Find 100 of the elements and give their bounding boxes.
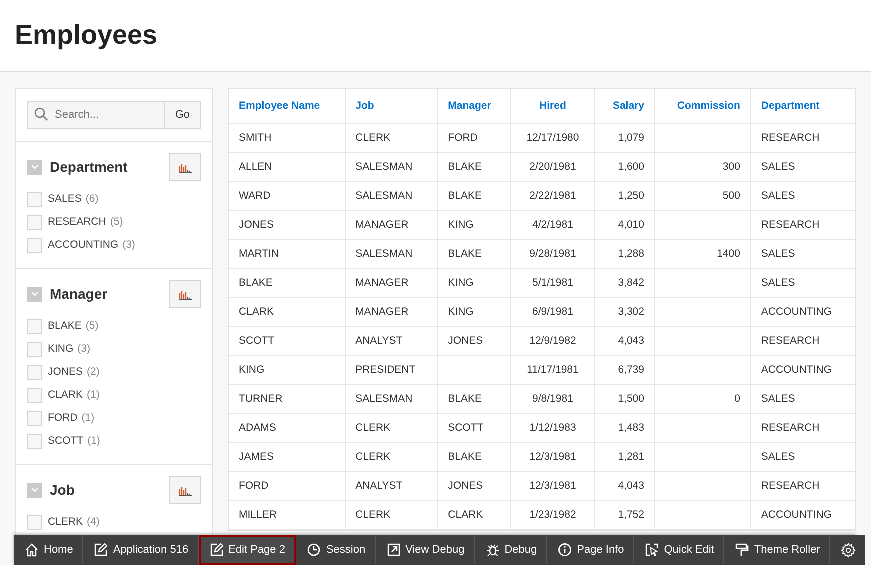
table-cell: ACCOUNTING <box>761 306 832 318</box>
table-cell: SCOTT <box>448 422 484 434</box>
bug-icon <box>486 543 500 557</box>
table-cell: RESEARCH <box>761 335 820 347</box>
table-cell: SALESMAN <box>356 161 413 173</box>
settings-button[interactable] <box>830 535 866 565</box>
column-header[interactable]: Commission <box>677 100 740 112</box>
column-header[interactable]: Salary <box>612 100 644 112</box>
option-label: CLERK <box>48 516 84 528</box>
column-header[interactable]: Job <box>356 100 374 112</box>
table-cell: 9/28/1981 <box>530 248 576 260</box>
table-cell: SALES <box>761 451 796 463</box>
checkbox[interactable] <box>27 514 42 530</box>
column-header[interactable]: Manager <box>448 100 492 112</box>
checkbox[interactable] <box>27 342 42 356</box>
chart-button[interactable] <box>169 280 201 308</box>
table-cell: MANAGER <box>356 306 409 318</box>
table-cell: BLAKE <box>448 248 482 260</box>
table-cell: SMITH <box>239 132 272 144</box>
table-cell: 500 <box>722 190 740 202</box>
search-field[interactable]: Search... <box>27 101 166 129</box>
option-label: CLARK <box>48 389 84 401</box>
table-cell: ACCOUNTING <box>761 364 832 376</box>
settings-icon <box>841 542 856 558</box>
table-cell: SALESMAN <box>356 248 413 260</box>
chevron-icon <box>30 485 40 495</box>
option-count: (2) <box>87 366 100 378</box>
table-cell: 2/22/1981 <box>530 190 576 202</box>
option-label: RESEARCH <box>48 216 106 228</box>
column-header[interactable]: Department <box>761 100 820 112</box>
toolbar-button[interactable]: Edit Page 2 <box>198 535 296 565</box>
table-cell: FORD <box>239 480 269 492</box>
info-icon <box>558 543 572 557</box>
table-cell: 1,281 <box>618 451 644 463</box>
table-cell: JAMES <box>239 451 274 463</box>
toolbar-button[interactable]: Theme Roller <box>724 535 830 565</box>
collapse-toggle[interactable] <box>27 482 42 498</box>
toolbar-button[interactable]: Application 516 <box>83 535 199 565</box>
facet-title: Manager <box>50 286 109 302</box>
option-count: (3) <box>78 343 91 355</box>
table-cell: SCOTT <box>239 335 275 347</box>
table-cell: 6,739 <box>618 364 644 376</box>
chart-button[interactable] <box>169 476 201 504</box>
checkbox[interactable] <box>27 410 42 426</box>
page-title: Employees <box>15 20 158 51</box>
table-cell: SALES <box>761 190 796 202</box>
paint-roller-icon <box>735 543 750 557</box>
table-cell: 4/2/1981 <box>532 219 574 231</box>
table-cell: SALES <box>761 277 796 289</box>
checkbox[interactable] <box>27 434 42 448</box>
table-cell: CLARK <box>239 306 274 318</box>
checkbox[interactable] <box>27 192 42 206</box>
toolbar-button[interactable]: Home <box>14 535 84 565</box>
table-cell: 1/12/1983 <box>530 422 576 434</box>
table-cell: PRESIDENT <box>356 364 416 376</box>
table-cell: BLAKE <box>239 277 273 289</box>
option-label: FORD <box>48 412 78 424</box>
table-cell: ANALYST <box>356 480 403 492</box>
table-cell: 12/9/1982 <box>530 335 576 347</box>
facet-title: Department <box>50 159 129 175</box>
collapse-toggle[interactable] <box>27 160 42 174</box>
go-button[interactable]: Go <box>165 101 201 129</box>
clock-icon <box>307 543 322 557</box>
cursor-icon <box>645 543 660 557</box>
chart-button[interactable] <box>169 153 201 181</box>
table-cell: CLERK <box>356 422 391 434</box>
toolbar-button[interactable]: Debug <box>474 535 548 565</box>
edit-icon <box>94 543 108 557</box>
external-link-icon <box>386 543 401 557</box>
checkbox[interactable] <box>27 318 42 334</box>
table-cell: JONES <box>239 219 274 231</box>
bar-chart-icon <box>178 484 192 496</box>
collapse-toggle[interactable] <box>27 286 42 302</box>
table-cell: RESEARCH <box>761 422 820 434</box>
table-cell: 5/1/1981 <box>532 277 574 289</box>
table-cell: RESEARCH <box>761 132 820 144</box>
toolbar-button[interactable]: Session <box>296 535 376 565</box>
checkbox[interactable] <box>27 364 42 380</box>
checkbox[interactable] <box>27 388 42 402</box>
column-header[interactable]: Hired <box>540 100 566 112</box>
checkbox[interactable] <box>27 214 42 230</box>
option-count: (4) <box>87 516 100 528</box>
table-cell: ACCOUNTING <box>761 509 832 521</box>
toolbar-button[interactable]: View Debug <box>376 535 475 565</box>
edit-icon <box>210 543 224 557</box>
option-label: SCOTT <box>48 435 84 447</box>
table-cell: CLERK <box>356 451 391 463</box>
option-count: (5) <box>86 320 99 332</box>
checkbox[interactable] <box>27 238 42 252</box>
table-cell: SALES <box>761 161 796 173</box>
table-cell: BLAKE <box>448 451 482 463</box>
table-cell: 1,288 <box>618 248 644 260</box>
table-cell: SALES <box>761 248 796 260</box>
toolbar-button[interactable]: Page Info <box>547 535 634 565</box>
table-cell: 11/17/1981 <box>527 364 579 376</box>
table-cell: 1,752 <box>618 509 644 521</box>
column-header[interactable]: Employee Name <box>239 100 320 112</box>
toolbar-button[interactable]: Quick Edit <box>634 535 724 565</box>
table-cell: KING <box>448 219 474 231</box>
option-label: JONES <box>48 366 84 378</box>
